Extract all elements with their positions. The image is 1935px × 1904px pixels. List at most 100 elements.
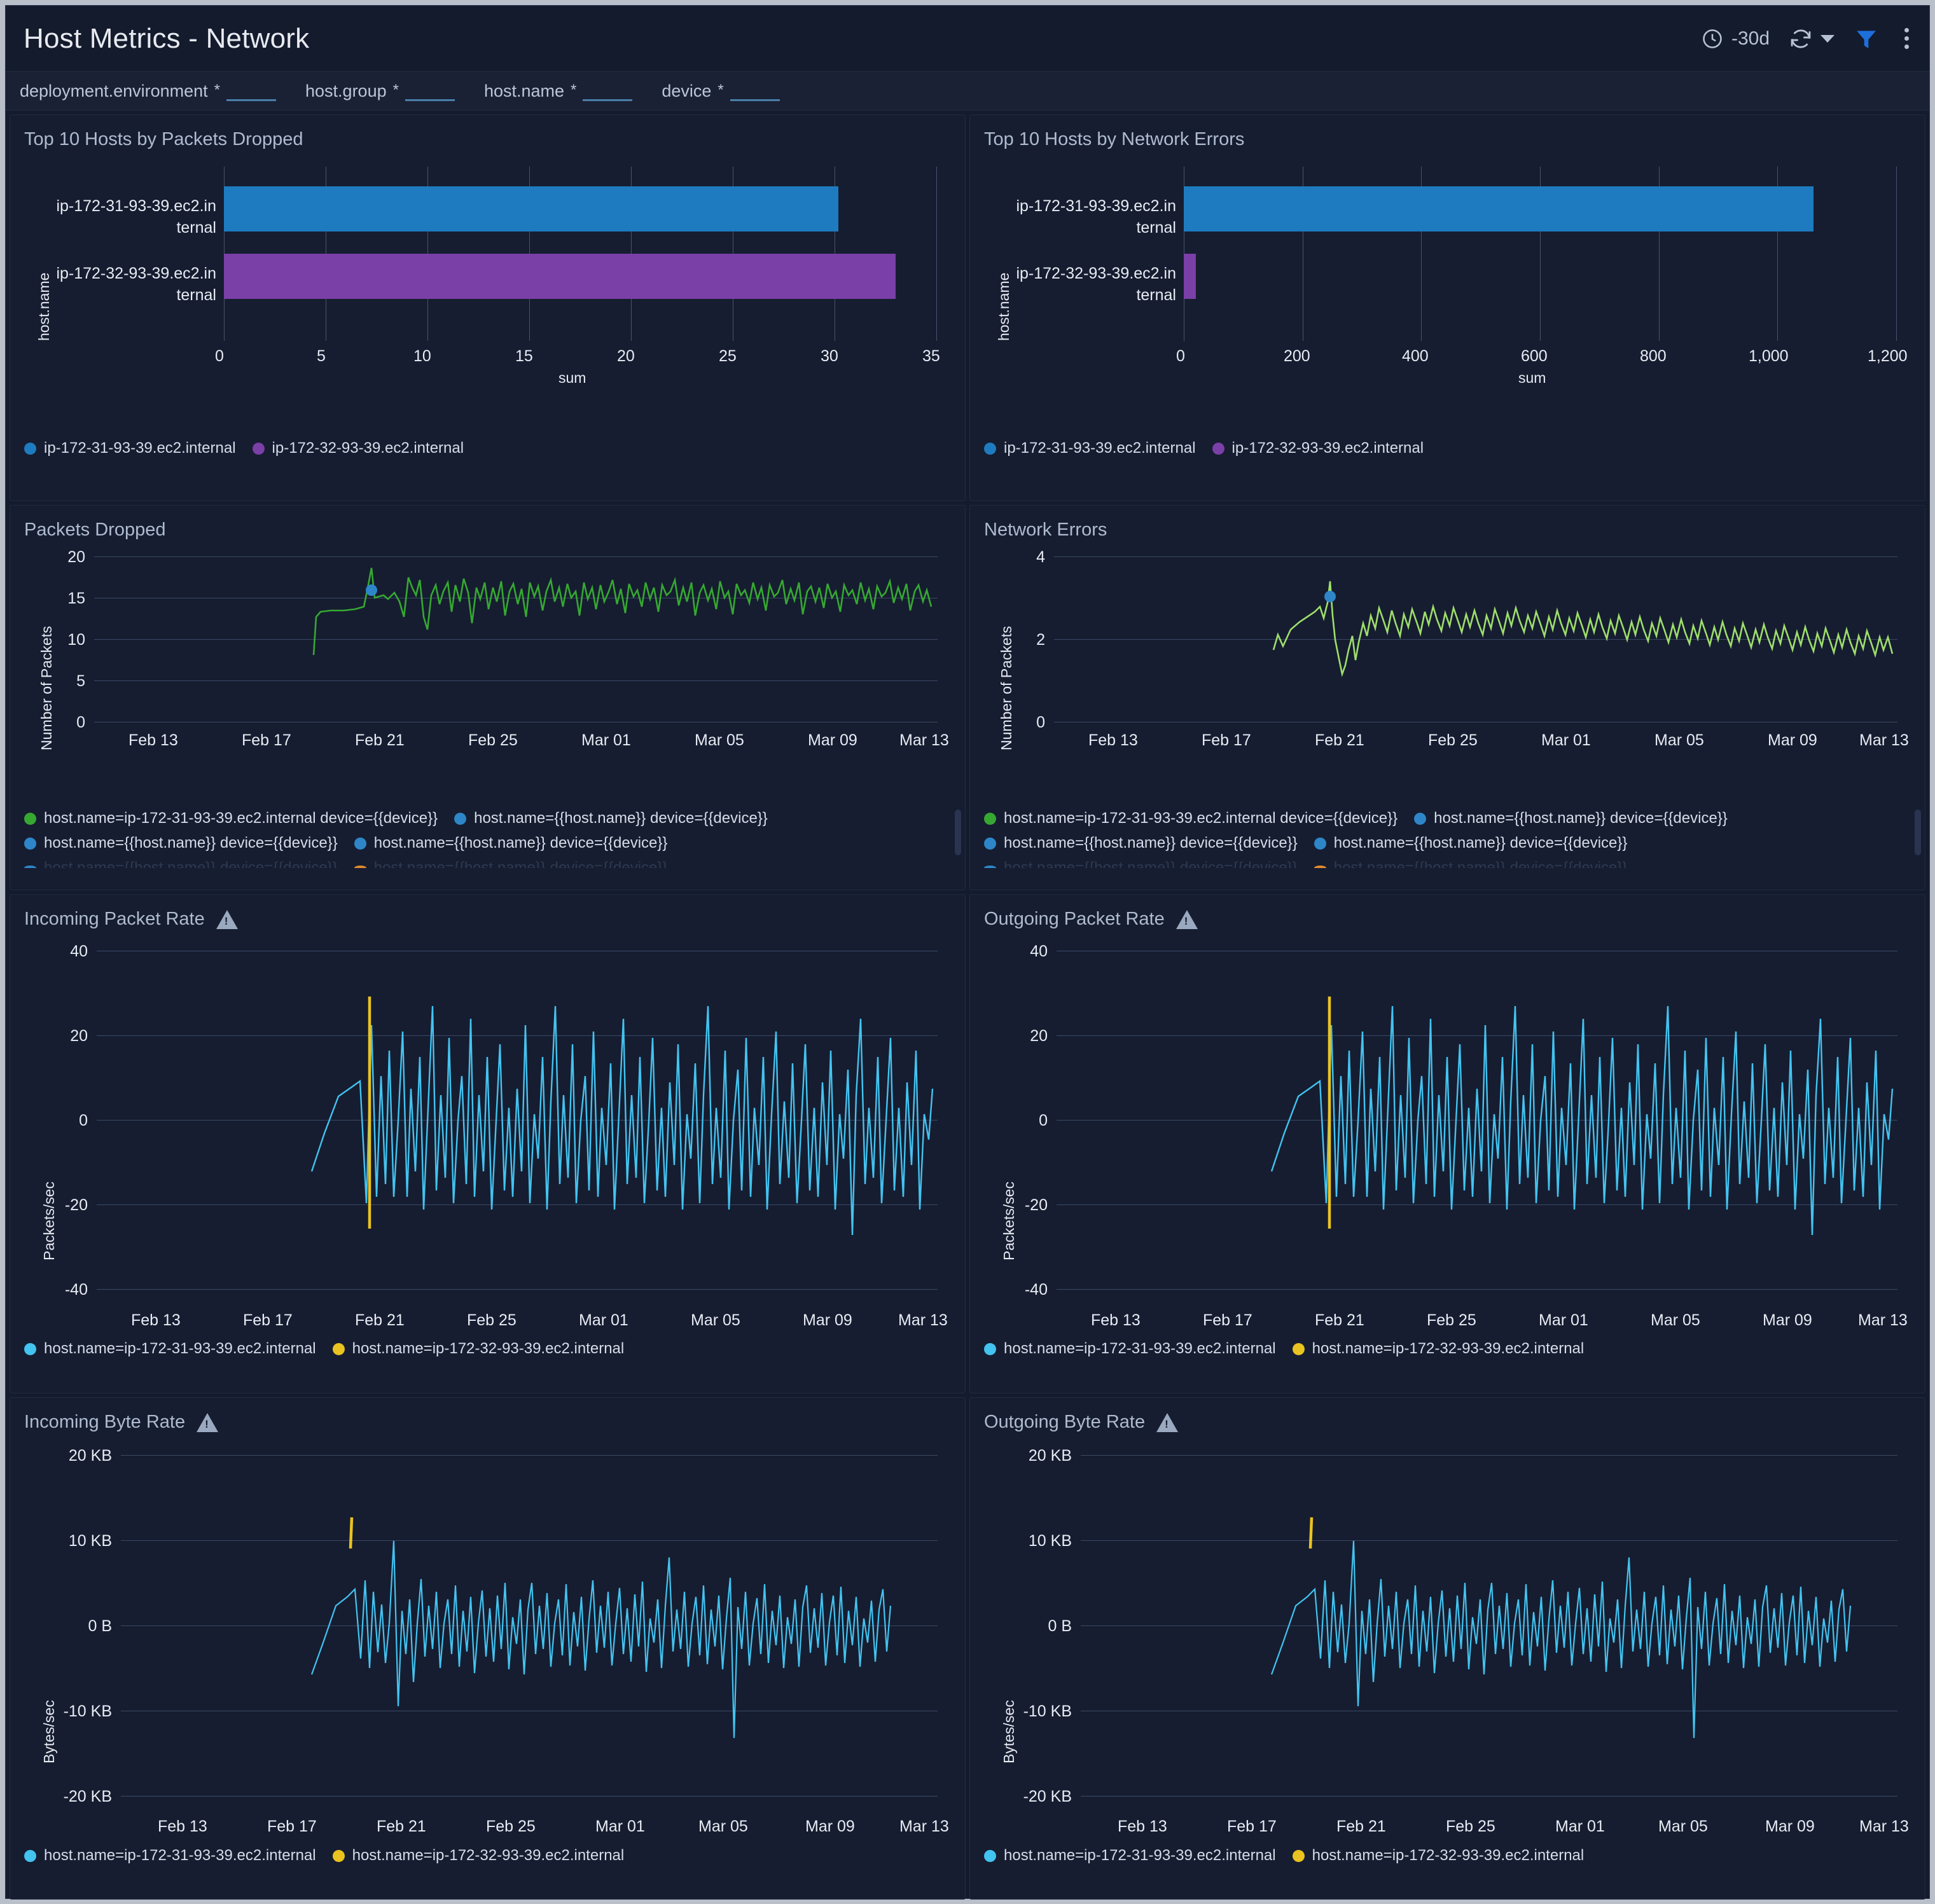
x-tick-label: 200 bbox=[1284, 347, 1310, 365]
legend-color-dot bbox=[332, 1849, 345, 1862]
chevron-down-icon[interactable] bbox=[1821, 34, 1834, 43]
x-tick-label: Feb 17 bbox=[243, 1311, 293, 1329]
legend-item[interactable]: host.name={{host.name}} device={{device}… bbox=[454, 810, 768, 827]
filter-input[interactable] bbox=[583, 82, 633, 101]
panel-legend: host.name=ip-172-31-93-39.ec2.internal h… bbox=[984, 1340, 1908, 1358]
x-tick-label: Feb 13 bbox=[128, 731, 178, 749]
legend-item[interactable]: host.name=ip-172-31-93-39.ec2.internal d… bbox=[984, 810, 1398, 827]
panel-top-hosts-packets-dropped[interactable]: Top 10 Hosts by Packets Dropped host.nam… bbox=[10, 114, 966, 501]
x-tick-label: Feb 21 bbox=[377, 1818, 426, 1835]
x-tick-label: Feb 13 bbox=[1118, 1818, 1167, 1835]
legend-item[interactable]: host.name={{host.name}} device={{device}… bbox=[984, 859, 1298, 868]
panel-incoming-byte-rate[interactable]: Incoming Byte Rate Bytes/sec 20 KB 10 KB… bbox=[10, 1397, 966, 1900]
legend-item[interactable]: ip-172-32-93-39.ec2.internal bbox=[1212, 439, 1424, 457]
filter-funnel-button[interactable] bbox=[1854, 26, 1879, 52]
panel-title: Incoming Packet Rate bbox=[24, 909, 205, 929]
panel-legend[interactable]: host.name=ip-172-31-93-39.ec2.internal d… bbox=[984, 810, 1908, 868]
overflow-menu-icon[interactable] bbox=[1898, 25, 1915, 52]
filter-input[interactable] bbox=[405, 82, 455, 101]
legend-item[interactable]: host.name=ip-172-31-93-39.ec2.internal bbox=[24, 1847, 316, 1865]
series-line-packets-dropped bbox=[312, 567, 933, 656]
legend-scrollbar[interactable] bbox=[955, 810, 961, 855]
legend-item[interactable]: host.name=ip-172-32-93-39.ec2.internal bbox=[332, 1847, 624, 1865]
legend-scrollbar[interactable] bbox=[1915, 810, 1921, 855]
warning-icon[interactable] bbox=[1156, 1412, 1179, 1432]
legend-item[interactable]: host.name=ip-172-31-93-39.ec2.internal bbox=[984, 1847, 1276, 1865]
panel-legend: ip-172-31-93-39.ec2.internal ip-172-32-9… bbox=[24, 439, 948, 457]
filter-host-group[interactable]: host.group * bbox=[305, 81, 455, 101]
bar-host-b[interactable] bbox=[224, 254, 896, 299]
legend-item[interactable]: host.name={{host.name}} device={{device}… bbox=[1314, 859, 1627, 868]
x-tick-label: 800 bbox=[1640, 347, 1667, 365]
panel-header: Top 10 Hosts by Packets Dropped bbox=[10, 115, 965, 150]
filter-input[interactable] bbox=[730, 82, 780, 101]
x-tick-label: Feb 25 bbox=[468, 731, 518, 749]
time-range-picker[interactable]: -30d bbox=[1701, 27, 1770, 50]
legend-label: ip-172-31-93-39.ec2.internal bbox=[44, 439, 236, 457]
y-tick-label: 15 bbox=[67, 590, 85, 607]
warning-icon[interactable] bbox=[216, 909, 238, 929]
x-tick-label: 15 bbox=[515, 347, 533, 365]
x-tick-label: Feb 17 bbox=[267, 1818, 317, 1835]
legend-item[interactable]: host.name={{host.name}} device={{device}… bbox=[24, 834, 338, 852]
y-tick-label: 40 bbox=[70, 942, 88, 960]
panel-header: Packets Dropped bbox=[10, 506, 965, 541]
bar-host-a[interactable] bbox=[1184, 186, 1814, 231]
legend-item[interactable]: host.name=ip-172-32-93-39.ec2.internal bbox=[1292, 1340, 1584, 1358]
y-tick-label: 2 bbox=[1036, 631, 1045, 649]
legend-row-partial: host.name={{host.name}} device={{device}… bbox=[984, 859, 1908, 868]
legend-item[interactable]: host.name=ip-172-31-93-39.ec2.internal bbox=[24, 1340, 316, 1358]
legend-label: host.name={{host.name}} device={{device}… bbox=[1004, 834, 1298, 852]
filter-host-name[interactable]: host.name * bbox=[484, 81, 633, 101]
panel-header: Top 10 Hosts by Network Errors bbox=[970, 115, 1925, 150]
legend-item[interactable]: host.name={{host.name}} device={{device}… bbox=[1314, 834, 1627, 852]
legend-item[interactable]: host.name={{host.name}} device={{device}… bbox=[24, 859, 338, 868]
x-tick-label: Feb 17 bbox=[242, 731, 291, 749]
filter-device[interactable]: device * bbox=[662, 81, 780, 101]
y-tick-label: 0 bbox=[1036, 714, 1045, 731]
legend-item[interactable]: host.name={{host.name}} device={{device}… bbox=[354, 834, 667, 852]
filter-deployment-environment[interactable]: deployment.environment * bbox=[20, 81, 277, 101]
legend-item[interactable]: host.name={{host.name}} device={{device}… bbox=[354, 859, 667, 868]
x-tick-label: Mar 13 bbox=[1859, 731, 1909, 749]
x-tick-label: Feb 25 bbox=[1446, 1818, 1495, 1835]
panel-legend: host.name=ip-172-31-93-39.ec2.internal h… bbox=[24, 1847, 948, 1865]
legend-item[interactable]: host.name={{host.name}} device={{device}… bbox=[984, 834, 1298, 852]
plot-area: Number of Packets 20 15 10 5 0 Feb 13 Fe… bbox=[10, 541, 965, 808]
bar-host-a[interactable] bbox=[224, 186, 838, 231]
legend-item[interactable]: ip-172-32-93-39.ec2.internal bbox=[252, 439, 464, 457]
panel-header: Incoming Byte Rate bbox=[10, 1398, 965, 1433]
panel-outgoing-byte-rate[interactable]: Outgoing Byte Rate Bytes/sec 20 KB 10 KB… bbox=[969, 1397, 1925, 1900]
legend-item[interactable]: host.name={{host.name}} device={{device}… bbox=[1414, 810, 1728, 827]
warning-icon[interactable] bbox=[1176, 909, 1198, 929]
warning-icon[interactable] bbox=[197, 1412, 219, 1432]
plot-area: host.name ip-172-31-93-39.ec2.in ternal … bbox=[970, 150, 1925, 430]
refresh-control[interactable] bbox=[1789, 27, 1834, 51]
x-tick-label: 5 bbox=[317, 347, 326, 365]
panel-top-hosts-network-errors[interactable]: Top 10 Hosts by Network Errors host.name… bbox=[969, 114, 1925, 501]
legend-item[interactable]: ip-172-31-93-39.ec2.internal bbox=[24, 439, 236, 457]
legend-item[interactable]: ip-172-31-93-39.ec2.internal bbox=[984, 439, 1196, 457]
filter-wildcard: * bbox=[718, 81, 724, 99]
plot-area: Bytes/sec 20 KB 10 KB 0 B -10 KB -20 KB bbox=[10, 1433, 965, 1843]
gridline bbox=[936, 167, 937, 341]
legend-label: host.name={{host.name}} device={{device}… bbox=[1434, 810, 1728, 827]
bar-host-b[interactable] bbox=[1184, 254, 1196, 299]
legend-color-dot bbox=[24, 837, 36, 850]
legend-item[interactable]: host.name=ip-172-32-93-39.ec2.internal bbox=[332, 1340, 624, 1358]
x-tick-label: Mar 13 bbox=[1859, 1818, 1909, 1835]
x-axis-title: sum bbox=[1518, 369, 1546, 386]
legend-item[interactable]: host.name=ip-172-31-93-39.ec2.internal d… bbox=[24, 810, 438, 827]
panel-legend[interactable]: host.name=ip-172-31-93-39.ec2.internal d… bbox=[24, 810, 948, 868]
legend-item[interactable]: host.name=ip-172-32-93-39.ec2.internal bbox=[1292, 1847, 1584, 1865]
panel-incoming-packet-rate[interactable]: Incoming Packet Rate Packets/sec 40 20 0… bbox=[10, 894, 966, 1393]
legend-item[interactable]: host.name=ip-172-31-93-39.ec2.internal bbox=[984, 1340, 1276, 1358]
y-tick-label: 5 bbox=[76, 672, 85, 690]
panel-outgoing-packet-rate[interactable]: Outgoing Packet Rate Packets/sec 40 20 0… bbox=[969, 894, 1925, 1393]
filter-input[interactable] bbox=[226, 82, 277, 101]
panel-packets-dropped[interactable]: Packets Dropped Number of Packets 20 15 … bbox=[10, 505, 966, 890]
legend-color-dot bbox=[984, 866, 996, 868]
panel-network-errors[interactable]: Network Errors Number of Packets 4 2 0 F… bbox=[969, 505, 1925, 890]
series-line-network-errors bbox=[1272, 581, 1894, 677]
plot-area: host.name ip-172-31-93-39.ec2.in ternal … bbox=[10, 150, 965, 430]
